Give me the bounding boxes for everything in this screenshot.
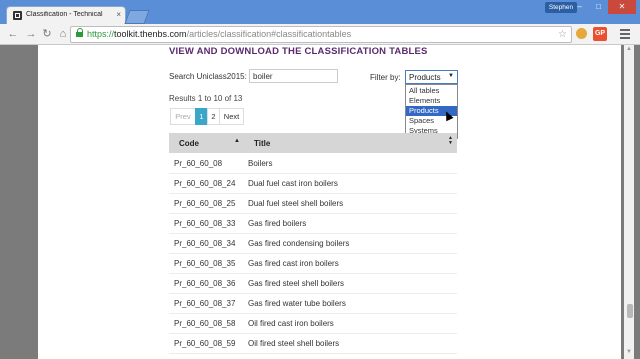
back-icon[interactable]: ← — [6, 27, 20, 41]
tab-close-icon[interactable]: × — [116, 10, 121, 19]
forward-icon[interactable]: → — [24, 27, 38, 41]
scroll-up-icon[interactable]: ▲ — [626, 46, 632, 52]
browser-menu-icon[interactable] — [620, 29, 630, 39]
results-count: Results 1 to 10 of 13 — [169, 94, 243, 103]
row-code: Pr_60_60_08_33 — [174, 219, 236, 228]
row-title: Gas fired water tube boilers — [248, 299, 346, 308]
browser-toolbar: ← → ↻ ⌂ https://toolkit.thenbs.com/artic… — [0, 24, 640, 45]
row-code: Pr_60_60_08_35 — [174, 259, 236, 268]
row-code: Pr_60_60_08_36 — [174, 279, 236, 288]
filter-selected-value: Products — [409, 73, 441, 82]
browser-tab[interactable]: Classification - Technical × — [6, 6, 126, 25]
row-title: Dual fuel steel shell boilers — [248, 199, 344, 208]
column-header-code[interactable]: Code — [179, 139, 199, 148]
table-row[interactable]: Pr_60_60_08_34 Gas fired condensing boil… — [169, 233, 457, 254]
bookmark-star-icon[interactable]: ☆ — [558, 27, 567, 42]
site-favicon-icon — [13, 11, 22, 20]
filter-label: Filter by: — [370, 73, 401, 82]
minimize-icon[interactable]: – — [570, 0, 589, 14]
filter-option-all-tables[interactable]: All tables — [406, 86, 457, 96]
table-row[interactable]: Pr_60_60_08_58 Oil fired cast iron boile… — [169, 313, 457, 334]
row-code: Pr_60_60_08_34 — [174, 239, 236, 248]
row-title: Boilers — [248, 159, 273, 168]
prev-page-button[interactable]: Prev — [170, 108, 196, 125]
row-title: Gas fired steel shell boilers — [248, 279, 345, 288]
reload-icon[interactable]: ↻ — [40, 27, 54, 41]
lock-icon — [76, 28, 83, 38]
row-code: Pr_60_60_08_59 — [174, 339, 236, 348]
filter-select[interactable]: Products ▼ — [405, 70, 458, 84]
scroll-down-icon[interactable]: ▼ — [626, 349, 632, 355]
table-row[interactable]: Pr_60_60_08_36 Gas fired steel shell boi… — [169, 273, 457, 294]
filter-option-elements[interactable]: Elements — [406, 96, 457, 106]
window-close-icon[interactable]: ✕ — [608, 0, 636, 14]
window-controls: – □ ✕ — [570, 0, 636, 14]
search-input[interactable] — [249, 69, 338, 83]
sort-ascending-icon[interactable]: ▲ — [234, 138, 240, 144]
window-titlebar: Classification - Technical × Stephen – □… — [0, 0, 640, 25]
dropdown-arrow-icon: ▼ — [448, 73, 454, 79]
table-row[interactable]: Pr_60_60_08_33 Gas fired boilers — [169, 213, 457, 234]
row-title: Gas fired boilers — [248, 219, 307, 228]
table-header: Code ▲ Title ▲ ▼ — [169, 133, 457, 153]
sort-both-icon[interactable]: ▲ ▼ — [448, 136, 453, 146]
next-page-button[interactable]: Next — [219, 108, 244, 125]
home-icon[interactable]: ⌂ — [56, 27, 70, 41]
extension-icon[interactable] — [576, 28, 587, 39]
row-code: Pr_60_60_08_24 — [174, 179, 236, 188]
column-header-title[interactable]: Title — [254, 139, 270, 148]
row-code: Pr_60_60_08 — [174, 159, 223, 168]
table-row[interactable]: Pr_60_60_08_24 Dual fuel cast iron boile… — [169, 173, 457, 194]
table-row[interactable]: Pr_60_60_08_35 Gas fired cast iron boile… — [169, 253, 457, 274]
tab-title: Classification - Technical — [26, 11, 103, 18]
scrollbar-thumb[interactable] — [627, 304, 633, 318]
row-code: Pr_60_60_08_25 — [174, 199, 236, 208]
address-bar[interactable]: https://toolkit.thenbs.com/articles/clas… — [70, 26, 572, 43]
row-title: Oil fired steel shell boilers — [248, 339, 340, 348]
table-row[interactable]: Pr_60_60_08_59 Oil fired steel shell boi… — [169, 333, 457, 354]
row-title: Gas fired cast iron boilers — [248, 259, 339, 268]
row-code: Pr_60_60_08_37 — [174, 299, 236, 308]
url-text: https://toolkit.thenbs.com/articles/clas… — [87, 29, 352, 39]
gp-extension-icon[interactable]: GP — [593, 27, 607, 41]
maximize-icon[interactable]: □ — [589, 0, 608, 14]
table-row[interactable]: Pr_60_60_08_37 Gas fired water tube boil… — [169, 293, 457, 314]
row-code: Pr_60_60_08_58 — [174, 319, 236, 328]
table-row[interactable]: Pr_60_60_08_25 Dual fuel steel shell boi… — [169, 193, 457, 214]
new-tab-button[interactable] — [124, 10, 150, 24]
page-heading: VIEW AND DOWNLOAD THE CLASSIFICATION TAB… — [169, 46, 428, 57]
search-label: Search Uniclass2015: — [169, 72, 247, 81]
row-title: Oil fired cast iron boilers — [248, 319, 334, 328]
row-title: Gas fired condensing boilers — [248, 239, 350, 248]
pagination: Prev 1 2 Next — [170, 108, 244, 125]
table-row[interactable]: Pr_60_60_08 Boilers — [169, 153, 457, 174]
row-title: Dual fuel cast iron boilers — [248, 179, 338, 188]
